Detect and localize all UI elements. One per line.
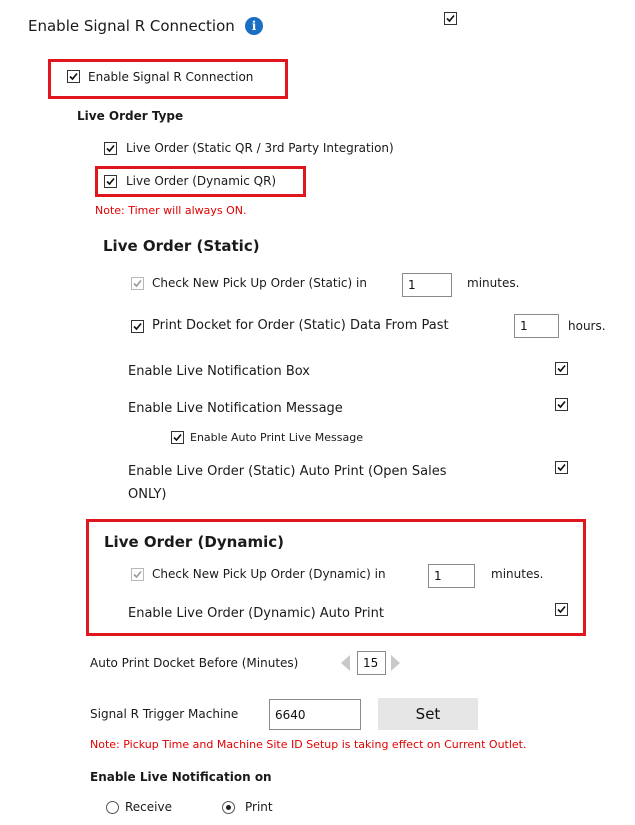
live-order-dynamic-label: Live Order (Dynamic QR) <box>126 174 277 188</box>
signalr-connection-label: Enable Signal R Connection <box>28 17 235 35</box>
check-pickup-dynamic-label: Check New Pick Up Order (Dynamic) in <box>152 567 386 581</box>
live-order-static-checkbox[interactable] <box>104 142 117 155</box>
signalr-connection-checkbox[interactable] <box>444 12 457 25</box>
print-docket-static-unit: hours. <box>568 319 606 333</box>
radio-print[interactable] <box>222 801 235 814</box>
check-pickup-dynamic-checkbox[interactable] <box>131 568 144 581</box>
print-docket-static-input[interactable] <box>514 314 559 338</box>
check-pickup-static-label: Check New Pick Up Order (Static) in <box>152 276 367 290</box>
check-pickup-dynamic-input[interactable] <box>428 564 475 588</box>
info-icon[interactable]: i <box>245 17 263 35</box>
checkmark-icon <box>106 144 115 153</box>
checkmark-icon <box>106 177 115 186</box>
pickup-time-note: Note: Pickup Time and Machine Site ID Se… <box>90 738 527 751</box>
live-notification-on-heading: Enable Live Notification on <box>90 770 272 784</box>
checkmark-icon <box>557 364 566 373</box>
print-docket-static-label: Print Docket for Order (Static) Data Fro… <box>152 318 449 333</box>
checkmark-icon <box>133 322 142 331</box>
trigger-machine-label: Signal R Trigger Machine <box>90 707 239 721</box>
live-order-dynamic-heading: Live Order (Dynamic) <box>104 533 284 551</box>
live-order-static-heading: Live Order (Static) <box>103 237 260 255</box>
checkmark-icon <box>446 14 455 23</box>
auto-print-docket-label: Auto Print Docket Before (Minutes) <box>90 656 299 670</box>
signalr-inner-label: Enable Signal R Connection <box>88 70 254 84</box>
checkmark-icon <box>69 72 78 81</box>
checkmark-icon <box>173 433 182 442</box>
set-button[interactable]: Set <box>378 698 478 730</box>
static-auto-print-checkbox[interactable] <box>555 461 568 474</box>
static-auto-print-label-line1: Enable Live Order (Static) Auto Print (O… <box>128 464 447 479</box>
live-order-static-label: Live Order (Static QR / 3rd Party Integr… <box>126 141 394 155</box>
checkmark-icon <box>557 463 566 472</box>
live-order-type-heading: Live Order Type <box>77 109 184 123</box>
notification-message-checkbox[interactable] <box>555 398 568 411</box>
radio-receive[interactable] <box>106 801 119 814</box>
check-pickup-static-checkbox[interactable] <box>131 277 144 290</box>
radio-selected-dot <box>226 805 231 810</box>
increase-arrow-icon[interactable] <box>391 655 400 671</box>
timer-note: Note: Timer will always ON. <box>95 204 247 217</box>
check-pickup-static-unit: minutes. <box>467 276 520 290</box>
checkmark-icon <box>557 605 566 614</box>
checkmark-icon <box>133 570 142 579</box>
notification-box-label: Enable Live Notification Box <box>128 364 310 379</box>
radio-print-label: Print <box>245 800 273 814</box>
static-auto-print-label-line2: ONLY) <box>128 487 167 502</box>
auto-print-docket-input[interactable] <box>357 651 386 675</box>
auto-print-message-label: Enable Auto Print Live Message <box>190 431 363 444</box>
auto-print-message-checkbox[interactable] <box>171 431 184 444</box>
dynamic-auto-print-label: Enable Live Order (Dynamic) Auto Print <box>128 606 384 621</box>
signalr-inner-checkbox[interactable] <box>67 70 80 83</box>
live-order-dynamic-checkbox[interactable] <box>104 175 117 188</box>
radio-receive-label: Receive <box>125 800 172 814</box>
check-pickup-dynamic-unit: minutes. <box>491 567 544 581</box>
notification-message-label: Enable Live Notification Message <box>128 401 343 416</box>
notification-box-checkbox[interactable] <box>555 362 568 375</box>
decrease-arrow-icon[interactable] <box>341 655 350 671</box>
checkmark-icon <box>133 279 142 288</box>
dynamic-auto-print-checkbox[interactable] <box>555 603 568 616</box>
check-pickup-static-input[interactable] <box>402 273 452 297</box>
print-docket-static-checkbox[interactable] <box>131 320 144 333</box>
checkmark-icon <box>557 400 566 409</box>
trigger-machine-input[interactable] <box>269 699 361 730</box>
